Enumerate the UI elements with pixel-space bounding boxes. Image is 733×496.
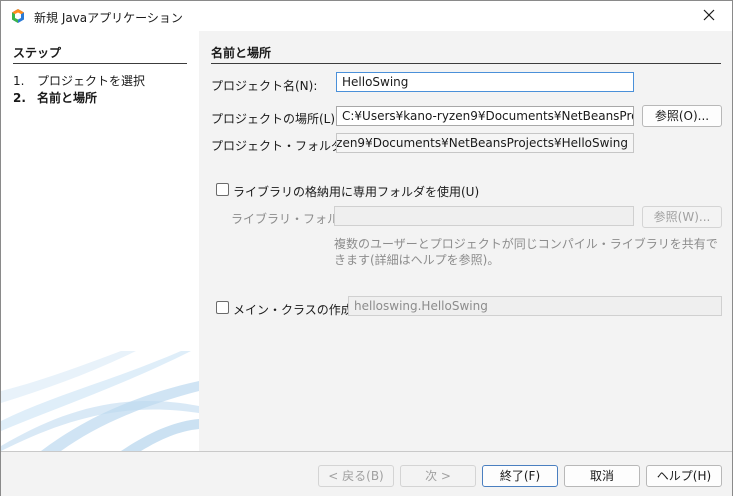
cancel-button[interactable]: 取消 [564, 465, 640, 487]
section-title: 名前と場所 [211, 44, 721, 64]
library-help-text-line2: きます(詳細はヘルプを参照)。 [334, 253, 500, 267]
dedicated-folder-checkbox[interactable] [216, 183, 229, 196]
library-help-text-line1: 複数のユーザーとプロジェクトが同じコンパイル・ライブラリを共有で [334, 237, 718, 251]
dialog-footer: < 戻る(B) 次 > 終了(F) 取消 ヘルプ(H) [1, 451, 732, 496]
step-item-select-project: 1. プロジェクトを選択 [13, 72, 145, 89]
step-number: 2. [13, 91, 26, 105]
step-number: 1. [13, 74, 25, 88]
help-button[interactable]: ヘルプ(H) [646, 465, 722, 487]
window-title: 新規 Javaアプリケーション [34, 11, 183, 25]
project-folder-value: C:¥Users¥kano-ryzen9¥Documents¥NetBeansP… [336, 136, 628, 150]
project-location-input[interactable]: C:¥Users¥kano-ryzen9¥Documents¥NetBeansP… [336, 106, 634, 126]
finish-button[interactable]: 終了(F) [482, 465, 558, 487]
browse-library-button[interactable]: 参照(W)... [642, 206, 722, 228]
netbeans-cube-icon [10, 8, 26, 24]
next-button[interactable]: 次 > [400, 465, 476, 487]
project-name-label: プロジェクト名(N): [211, 79, 318, 93]
project-folder-field: C:¥Users¥kano-ryzen9¥Documents¥NetBeansP… [336, 133, 634, 153]
main-class-input[interactable]: helloswing.HelloSwing [348, 296, 722, 316]
dedicated-folder-label[interactable]: ライブラリの格納用に専用フォルダを使用(U) [233, 183, 479, 200]
step-label: プロジェクトを選択 [37, 74, 146, 88]
close-icon [703, 9, 715, 24]
decorative-swoosh-graphic [1, 351, 199, 451]
close-button[interactable] [686, 1, 732, 31]
library-folder-input[interactable] [334, 206, 634, 226]
back-button[interactable]: < 戻る(B) [318, 465, 394, 487]
step-label: 名前と場所 [37, 91, 98, 105]
main-panel: 名前と場所 プロジェクト名(N): HelloSwing プロジェクトの場所(L… [199, 31, 732, 451]
title-bar: 新規 Javaアプリケーション [1, 1, 732, 31]
steps-title: ステップ [13, 44, 187, 64]
browse-location-button[interactable]: 参照(O)... [642, 105, 722, 127]
step-item-name-location: 2. 名前と場所 [13, 89, 97, 106]
project-name-input[interactable]: HelloSwing [336, 72, 634, 92]
project-location-label: プロジェクトの場所(L): [211, 112, 340, 126]
create-main-class-checkbox[interactable] [216, 301, 229, 314]
steps-sidebar: ステップ 1. プロジェクトを選択 2. 名前と場所 [1, 31, 199, 451]
dialog-window: 新規 Javaアプリケーション ステップ 1. プロジェクトを選択 2. 名前と場所 [0, 0, 733, 496]
